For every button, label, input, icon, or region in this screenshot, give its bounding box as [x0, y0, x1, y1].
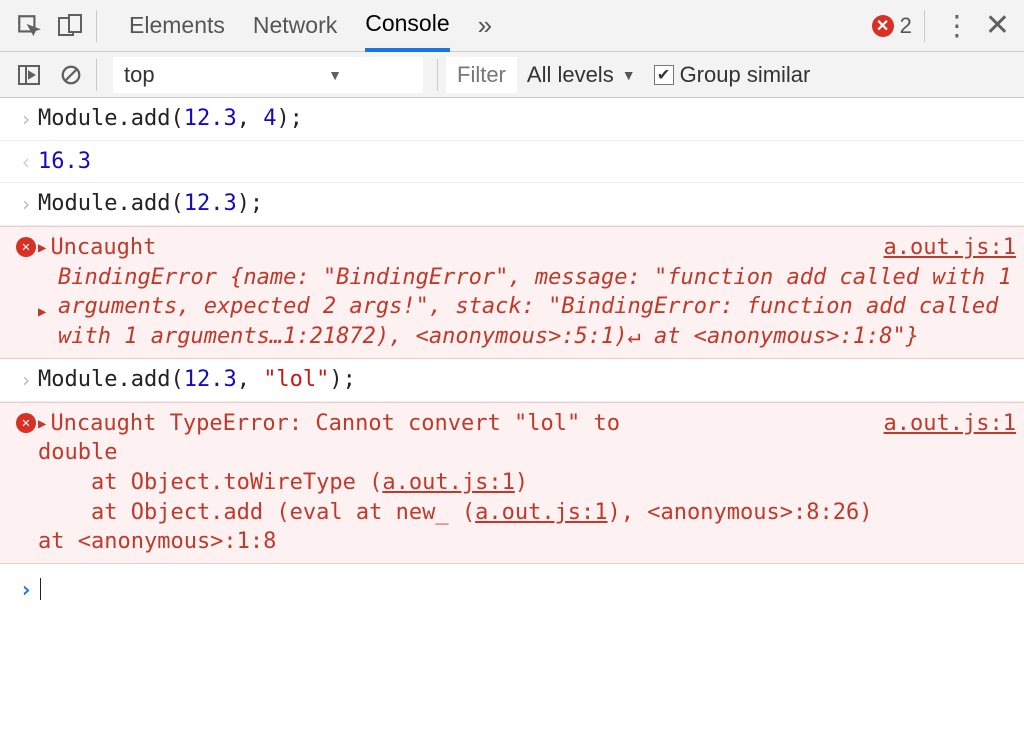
group-similar-label: Group similar — [680, 62, 811, 88]
error-content: ▶Uncaught a.out.js:1 ▶ BindingError {nam… — [38, 233, 1016, 352]
tab-elements[interactable]: Elements — [129, 0, 225, 52]
error-header-cont: double — [38, 440, 117, 465]
input-code: Module.add(12.3); — [38, 189, 1016, 219]
console-toolbar: top ▼ Filter All levels ▼ ✔ Group simila… — [0, 52, 1024, 98]
error-count-badge[interactable]: ✕ 2 — [872, 13, 912, 39]
error-header: Uncaught TypeError: Cannot convert "lol"… — [50, 411, 620, 436]
console-sidebar-toggle-icon[interactable] — [8, 54, 50, 96]
error-count: 2 — [900, 13, 912, 39]
error-marker: ✕ — [14, 409, 38, 433]
source-link[interactable]: a.out.js:1 — [382, 470, 514, 495]
error-body: BindingError {name: "BindingError", mess… — [58, 263, 1016, 352]
output-marker — [14, 147, 38, 174]
filter-input[interactable]: Filter — [446, 57, 517, 93]
error-icon: ✕ — [16, 413, 36, 433]
input-marker — [14, 365, 38, 392]
console-error-row: ✕ ▶Uncaught a.out.js:1 ▶ BindingError {n… — [0, 226, 1024, 359]
devtools-tabs: Elements Network Console » — [129, 0, 872, 52]
source-link[interactable]: a.out.js:1 — [884, 233, 1016, 263]
input-code: Module.add(12.3, 4); — [38, 104, 1016, 134]
console-error-row: ✕ ▶Uncaught TypeError: Cannot convert "l… — [0, 402, 1024, 564]
levels-label: All levels — [527, 62, 614, 88]
expand-icon[interactable]: ▶ — [38, 239, 46, 258]
stack-line: at <anonymous>:1:8 — [38, 527, 1016, 557]
clear-console-icon[interactable] — [50, 54, 92, 96]
execution-context-select[interactable]: top ▼ — [113, 57, 423, 93]
input-marker — [14, 104, 38, 131]
context-label: top — [124, 62, 155, 88]
error-marker: ✕ — [14, 233, 38, 257]
console-input-row: Module.add(12.3, 4); — [0, 98, 1024, 141]
device-toggle-icon[interactable] — [50, 5, 92, 47]
error-icon: ✕ — [16, 237, 36, 257]
stack-line: at Object.add (eval at new_ (a.out.js:1)… — [38, 498, 1016, 528]
more-tabs-icon[interactable]: » — [478, 10, 492, 41]
stack-line: at Object.toWireType (a.out.js:1) — [38, 468, 1016, 498]
toolbar-separator — [924, 10, 925, 42]
filter-placeholder: Filter — [457, 62, 506, 87]
tab-network[interactable]: Network — [253, 0, 337, 52]
devtools-toolbar: Elements Network Console » ✕ 2 ⋮ ✕ — [0, 0, 1024, 52]
source-link[interactable]: a.out.js:1 — [475, 500, 607, 525]
console-input-row: Module.add(12.3); — [0, 183, 1024, 226]
input-marker — [14, 189, 38, 216]
prompt-marker — [14, 575, 38, 603]
error-content: ▶Uncaught TypeError: Cannot convert "lol… — [38, 409, 1016, 557]
chevron-down-icon: ▼ — [622, 67, 636, 83]
error-header: Uncaught — [50, 235, 156, 260]
console-log: Module.add(12.3, 4); 16.3 Module.add(12.… — [0, 98, 1024, 614]
log-levels-select[interactable]: All levels ▼ — [527, 62, 636, 88]
chevron-down-icon: ▼ — [328, 67, 342, 83]
tab-console[interactable]: Console — [365, 0, 449, 52]
console-input-row: Module.add(12.3, "lol"); — [0, 359, 1024, 402]
source-link[interactable]: a.out.js:1 — [884, 409, 1016, 439]
tab-label: Elements — [129, 12, 225, 39]
close-icon[interactable]: ✕ — [985, 8, 1010, 43]
toolbar-separator — [96, 59, 97, 91]
text-caret — [40, 578, 41, 600]
output-value: 16.3 — [38, 147, 1016, 177]
expand-icon[interactable]: ▶ — [38, 303, 46, 322]
toolbar-separator — [96, 10, 97, 42]
console-prompt-row[interactable] — [0, 564, 1024, 614]
prompt-input[interactable] — [38, 574, 1016, 604]
expand-icon[interactable]: ▶ — [38, 415, 46, 434]
tab-label: Console — [365, 10, 449, 37]
input-code: Module.add(12.3, "lol"); — [38, 365, 1016, 395]
tab-label: Network — [253, 12, 337, 39]
group-similar-checkbox[interactable]: ✔ — [654, 65, 674, 85]
inspect-icon[interactable] — [8, 5, 50, 47]
toolbar-separator — [437, 59, 438, 91]
error-icon: ✕ — [872, 15, 894, 37]
console-output-row: 16.3 — [0, 141, 1024, 184]
